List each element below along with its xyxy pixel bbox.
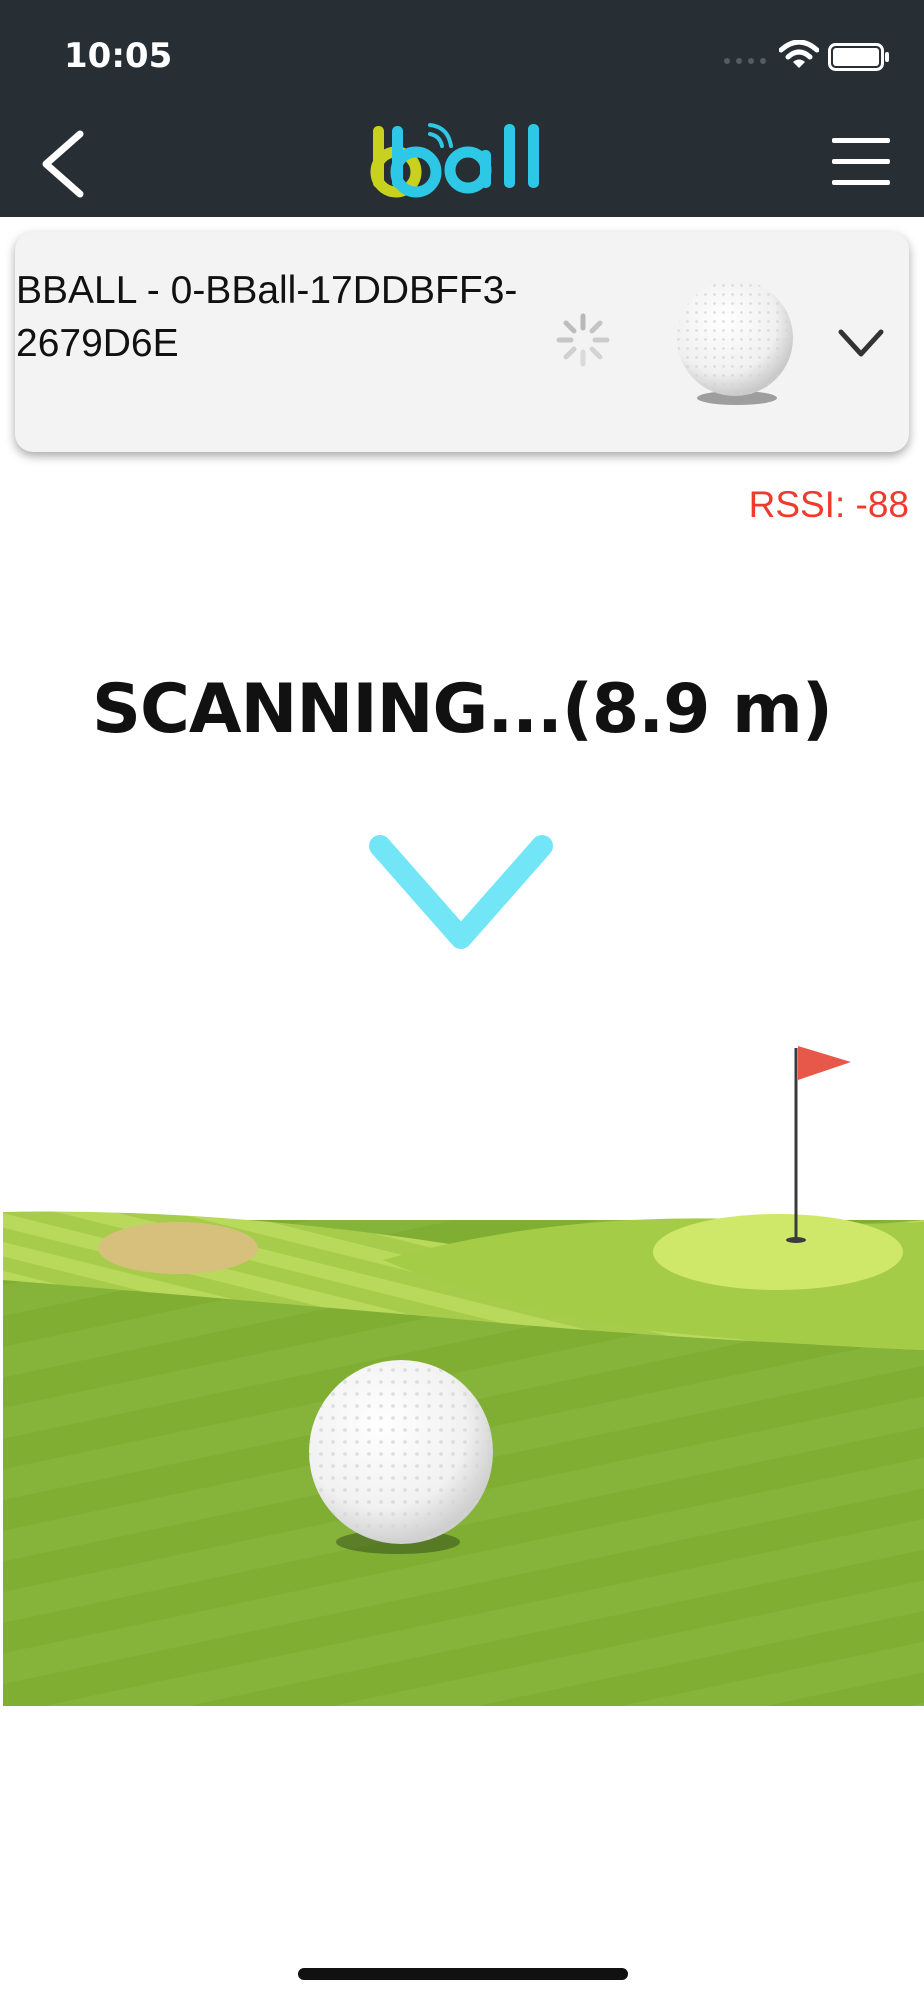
scanning-status: SCANNING...(8.9 m): [92, 670, 833, 749]
device-selector-card[interactable]: BBALL - 0-BBall-17DDBFF3-2679D6E: [15, 232, 909, 452]
rssi-label: RSSI: -88: [748, 484, 909, 525]
status-time: 10:05: [64, 36, 173, 76]
bball-logo: [370, 123, 539, 198]
direction-arrow-icon: [369, 835, 553, 949]
hamburger-menu-button[interactable]: [826, 132, 896, 192]
wifi-icon: [779, 40, 819, 68]
loading-spinner-icon: [556, 313, 610, 367]
cellular-signal-icon: [724, 58, 766, 64]
chevron-down-icon[interactable]: [831, 312, 891, 372]
back-button[interactable]: [30, 122, 100, 202]
battery-icon: [828, 43, 889, 71]
top-bar: 10:05: [0, 0, 924, 217]
home-indicator[interactable]: [298, 1968, 628, 1980]
device-name: BBALL - 0-BBall-17DDBFF3-2679D6E: [16, 269, 518, 365]
golf-ball-icon: [677, 280, 793, 405]
golf-course-illustration: [3, 1046, 924, 1706]
